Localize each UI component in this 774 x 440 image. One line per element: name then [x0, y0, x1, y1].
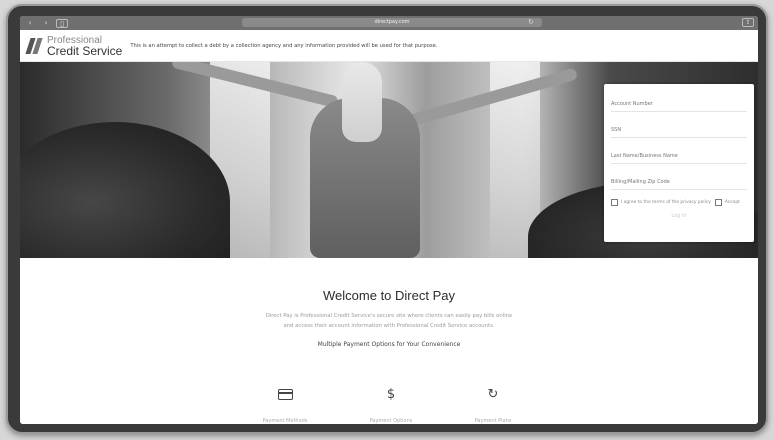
- accept-checkbox[interactable]: [714, 199, 722, 206]
- payment-plans-label: Payment Plans: [474, 418, 512, 424]
- browser-screen: ‹ › ▯ directpay.com ↻ ⇪ Professional Cre…: [20, 16, 758, 424]
- payment-method-list: Payment Methods $ Payment Options ↻ Paym…: [240, 386, 540, 424]
- book-icon[interactable]: ▯: [56, 18, 68, 28]
- login-button[interactable]: Log In: [644, 210, 714, 222]
- welcome-section: Welcome to Direct Pay Direct Pay is Prof…: [20, 258, 758, 424]
- reload-icon[interactable]: ↻: [528, 18, 534, 26]
- intro-line-1: Direct Pay is Professional Credit Servic…: [265, 313, 513, 319]
- payment-methods-label: Payment Methods: [262, 418, 308, 424]
- tablet-frame: ‹ › ▯ directpay.com ↻ ⇪ Professional Cre…: [6, 4, 768, 434]
- payment-options-heading: Multiple Payment Options for Your Conven…: [317, 341, 461, 348]
- browser-toolbar: ‹ › ▯ directpay.com ↻ ⇪: [20, 16, 758, 30]
- back-icon[interactable]: ‹: [24, 19, 36, 28]
- login-form: I agree to the terms of the privacy poli…: [604, 84, 754, 242]
- hero-foliage: [20, 122, 230, 258]
- zip-code-input[interactable]: [611, 175, 747, 190]
- intro-line-2: and access their account information wit…: [283, 323, 495, 329]
- debt-disclaimer: This is an attempt to collect a debt by …: [130, 42, 438, 49]
- logo-line-2: Credit Service: [47, 43, 123, 58]
- last-name-input[interactable]: [611, 149, 747, 164]
- forward-icon[interactable]: ›: [40, 19, 52, 28]
- hero-person-hair: [342, 62, 382, 142]
- payment-plans-item[interactable]: ↻ Payment Plans: [448, 386, 538, 424]
- accept-checkbox-label: Accept: [724, 200, 740, 205]
- logo-mark-icon: [25, 37, 44, 55]
- account-number-input[interactable]: [611, 97, 747, 112]
- share-icon[interactable]: ⇪: [742, 18, 754, 27]
- privacy-checkbox-label: I agree to the terms of the privacy poli…: [621, 200, 711, 205]
- recurring-icon: ↻: [487, 387, 499, 402]
- payment-options-label: Payment Options: [369, 418, 413, 424]
- agreement-checks: I agree to the terms of the privacy poli…: [611, 199, 747, 206]
- dollar-icon: $: [386, 387, 396, 402]
- payment-methods-item[interactable]: Payment Methods: [240, 386, 330, 424]
- company-logo[interactable]: Professional Credit Service: [25, 35, 123, 58]
- address-bar[interactable]: directpay.com: [242, 18, 542, 27]
- ssn-input[interactable]: [611, 123, 747, 138]
- credit-card-icon: [240, 386, 330, 404]
- page-title: Welcome to Direct Pay: [323, 288, 455, 303]
- intro-text: Direct Pay is Professional Credit Servic…: [239, 311, 539, 331]
- payment-options-item[interactable]: $ Payment Options: [346, 386, 436, 424]
- privacy-checkbox[interactable]: [611, 199, 618, 206]
- logo-text: Professional Credit Service: [47, 35, 123, 58]
- site-header: Professional Credit Service This is an a…: [20, 30, 758, 62]
